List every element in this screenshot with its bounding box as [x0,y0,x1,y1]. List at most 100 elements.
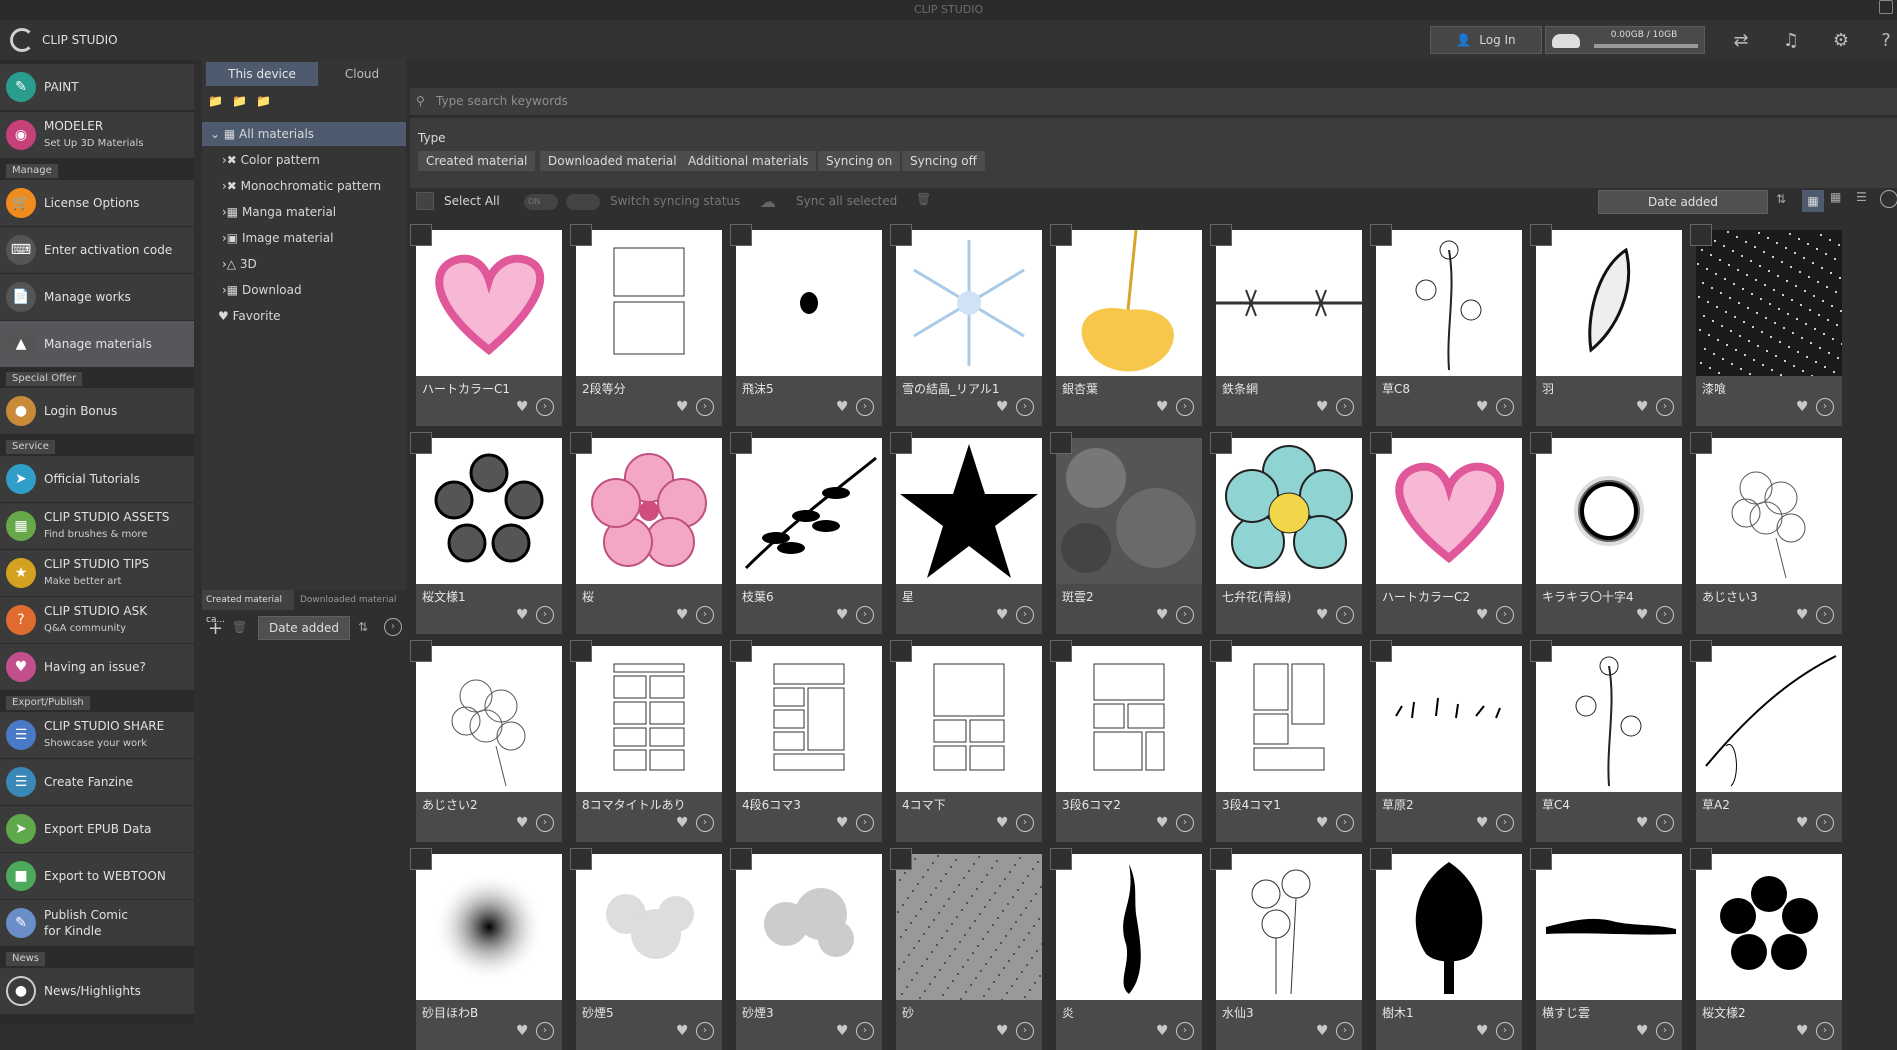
login-button[interactable]: 👤 Log In [1430,26,1542,54]
material-thumbnail[interactable] [1536,854,1682,1000]
material-thumbnail[interactable] [576,438,722,584]
favorite-heart-icon[interactable]: ♥ [1316,815,1329,831]
small-grid-view-icon[interactable]: ▦ [1830,190,1841,204]
favorite-heart-icon[interactable]: ♥ [676,607,689,623]
sidebar-item-manage-materials[interactable]: ▲ Manage materials [0,321,194,367]
info-arrow-icon[interactable]: › [536,606,554,624]
info-arrow-icon[interactable]: › [1496,814,1514,832]
favorite-heart-icon[interactable]: ♥ [1476,399,1489,415]
material-thumbnail[interactable] [1216,438,1362,584]
favorite-heart-icon[interactable]: ♥ [676,399,689,415]
info-arrow-icon[interactable]: › [536,1022,554,1040]
material-thumbnail[interactable] [896,854,1042,1000]
material-checkbox[interactable] [1370,224,1392,246]
info-arrow-icon[interactable]: › [1496,1022,1514,1040]
info-arrow-icon[interactable]: › [856,814,874,832]
tree-item-all[interactable]: ⌄ ▦ All materials [202,122,406,146]
info-arrow-icon[interactable]: › [1176,814,1194,832]
material-card[interactable]: 水仙3 ♥ › [1210,848,1362,1050]
favorite-heart-icon[interactable]: ♥ [1796,399,1809,415]
favorite-heart-icon[interactable]: ♥ [996,1023,1009,1039]
bell-icon[interactable]: ♫ [1780,30,1802,52]
favorite-heart-icon[interactable]: ♥ [1156,1023,1169,1039]
info-arrow-icon[interactable]: › [1016,1022,1034,1040]
material-card[interactable]: 草C8 ♥ › [1370,224,1522,426]
favorite-heart-icon[interactable]: ♥ [1316,607,1329,623]
favorite-heart-icon[interactable]: ♥ [1796,607,1809,623]
info-arrow-icon[interactable]: › [1336,606,1354,624]
material-card[interactable]: 砂目ほわB ♥ › [410,848,562,1050]
material-card[interactable]: 8コマタイトルあり ♥ › [570,640,722,842]
detail-panel-icon[interactable] [1880,190,1897,208]
favorite-heart-icon[interactable]: ♥ [1476,607,1489,623]
favorite-heart-icon[interactable]: ♥ [516,1023,529,1039]
material-checkbox[interactable] [570,640,592,662]
material-card[interactable]: 3段4コマ1 ♥ › [1210,640,1362,842]
material-card[interactable]: 4段6コマ3 ♥ › [730,640,882,842]
material-thumbnail[interactable] [1536,230,1682,376]
material-card[interactable]: 砂煙5 ♥ › [570,848,722,1050]
material-checkbox[interactable] [410,640,432,662]
material-thumbnail[interactable] [736,646,882,792]
info-arrow-icon[interactable]: › [1656,606,1674,624]
tree-item-3d[interactable]: ›△ 3D [202,252,406,276]
new-folder-icon[interactable]: 📁 [208,94,223,108]
sync-toggle[interactable]: ON [524,194,558,210]
favorite-heart-icon[interactable]: ♥ [1156,399,1169,415]
tab-downloaded-category[interactable]: Downloaded material ca... [296,590,404,625]
favorite-heart-icon[interactable]: ♥ [836,607,849,623]
sidebar-item-tutorials[interactable]: ➤ Official Tutorials [0,456,194,502]
material-thumbnail[interactable] [576,230,722,376]
material-card[interactable]: 炎 ♥ › [1050,848,1202,1050]
info-arrow-icon[interactable]: › [1336,814,1354,832]
info-arrow-icon[interactable]: › [1016,606,1034,624]
material-thumbnail[interactable] [1216,646,1362,792]
favorite-heart-icon[interactable]: ♥ [836,399,849,415]
search-input[interactable]: Type search keywords [436,94,568,108]
trash-icon[interactable]: 🗑 [232,620,247,634]
info-arrow-icon[interactable]: › [1016,398,1034,416]
tree-item-color[interactable]: ›✖ Color pattern [202,148,406,172]
material-card[interactable]: 雪の結晶_リアル1 ♥ › [890,224,1042,426]
material-checkbox[interactable] [410,848,432,870]
material-checkbox[interactable] [1530,640,1552,662]
sort-order-icon[interactable]: ⇅ [1776,192,1786,206]
info-arrow-icon[interactable]: › [536,398,554,416]
material-card[interactable]: 桜 ♥ › [570,432,722,634]
favorite-heart-icon[interactable]: ♥ [1156,815,1169,831]
tree-item-image[interactable]: ›▣ Image material [202,226,406,250]
tree-item-manga[interactable]: ›▦ Manga material [202,200,406,224]
material-card[interactable]: 桜文様2 ♥ › [1690,848,1842,1050]
material-checkbox[interactable] [730,224,752,246]
material-thumbnail[interactable] [896,438,1042,584]
info-arrow-icon[interactable]: › [1816,1022,1834,1040]
select-all-checkbox[interactable] [416,192,434,210]
sidebar-item-kindle[interactable]: ✎ Publish Comic for Kindle [0,900,194,946]
favorite-heart-icon[interactable]: ♥ [1636,399,1649,415]
search-bar[interactable]: ⚲ Type search keywords [410,88,1897,116]
material-checkbox[interactable] [1530,848,1552,870]
info-arrow-icon[interactable]: › [696,814,714,832]
tab-created-category[interactable]: Created material ca... [202,590,294,625]
info-arrow-icon[interactable]: › [1496,606,1514,624]
material-thumbnail[interactable] [1056,230,1202,376]
info-arrow-icon[interactable]: › [1176,398,1194,416]
material-thumbnail[interactable] [896,646,1042,792]
material-checkbox[interactable] [410,224,432,246]
material-checkbox[interactable] [1370,848,1392,870]
material-thumbnail[interactable] [1056,438,1202,584]
sidebar-item-ask[interactable]: ? CLIP STUDIO ASK Q&A community [0,597,194,643]
material-thumbnail[interactable] [576,854,722,1000]
favorite-heart-icon[interactable]: ♥ [996,607,1009,623]
info-arrow-icon[interactable]: › [1656,398,1674,416]
copy-folder-icon[interactable]: 📁 [232,94,247,108]
sidebar-item-login-bonus[interactable]: ● Login Bonus [0,388,194,434]
info-arrow-icon[interactable]: › [1816,814,1834,832]
material-card[interactable]: 七弁花(青緑) ♥ › [1210,432,1362,634]
edit-folder-icon[interactable]: 📁 [256,94,271,108]
material-thumbnail[interactable] [416,438,562,584]
tree-item-mono[interactable]: ›✖ Monochromatic pattern [202,174,406,198]
material-card[interactable]: 樹木1 ♥ › [1370,848,1522,1050]
cloud-storage-indicator[interactable]: 0.00GB / 10GB [1545,26,1705,54]
filter-downloaded[interactable]: Downloaded material [540,151,685,171]
